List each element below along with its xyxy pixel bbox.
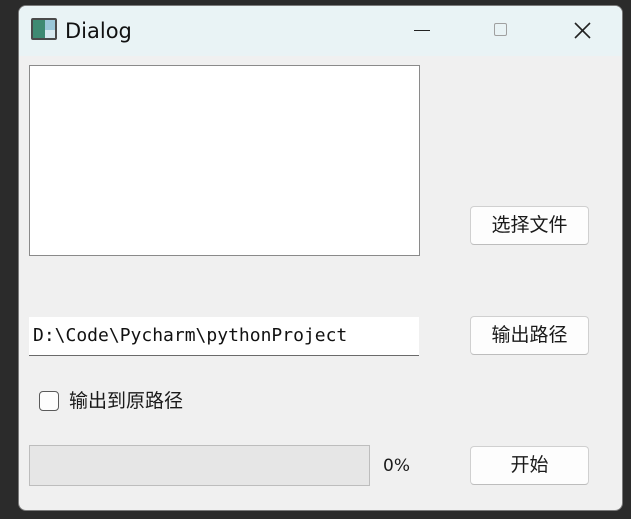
minimize-icon: [414, 30, 430, 31]
output-path-input[interactable]: D:\Code\Pycharm\pythonProject: [29, 317, 419, 356]
select-file-button[interactable]: 选择文件: [470, 206, 589, 245]
app-icon: [31, 18, 57, 40]
output-to-original-checkbox[interactable]: [39, 391, 59, 411]
progress-bar: [29, 445, 370, 486]
output-to-original-label[interactable]: 输出到原路径: [69, 388, 183, 414]
progress-text: 0%: [383, 456, 410, 476]
close-button[interactable]: [551, 6, 611, 56]
file-list[interactable]: [29, 65, 420, 256]
window-title: Dialog: [65, 19, 132, 43]
start-button[interactable]: 开始: [470, 446, 589, 485]
maximize-icon: [494, 23, 507, 36]
maximize-button[interactable]: [471, 6, 531, 56]
close-icon: [574, 22, 591, 39]
title-bar[interactable]: Dialog: [19, 6, 622, 56]
minimize-button[interactable]: [391, 6, 451, 56]
output-path-button[interactable]: 输出路径: [470, 316, 589, 355]
dialog-window: Dialog 选择文件 D:\Code\Pycharm\pythonProjec…: [18, 5, 623, 511]
